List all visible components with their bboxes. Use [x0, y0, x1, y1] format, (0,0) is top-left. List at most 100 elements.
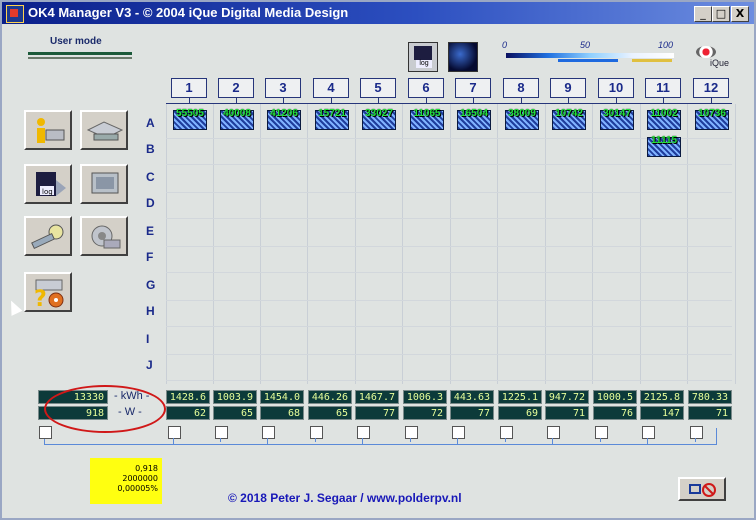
titlebar: OK4 Manager V3 - © 2004 iQue Digital Med… — [2, 2, 754, 24]
column-checkbox-2[interactable] — [215, 426, 228, 439]
minimize-button[interactable]: _ — [694, 6, 712, 22]
panel-label: 11065 — [413, 108, 441, 119]
column-tick — [568, 97, 569, 103]
grid-vline — [592, 104, 593, 384]
eye-icon — [696, 46, 716, 58]
select-all-checkbox[interactable] — [39, 426, 52, 439]
network-button[interactable] — [80, 110, 128, 150]
close-button[interactable]: X — [731, 6, 749, 22]
panel-A-8[interactable]: 38009 — [505, 108, 539, 130]
w-value-12: 71 — [688, 406, 732, 420]
search-icon — [31, 224, 64, 250]
column-tick — [283, 97, 284, 103]
column-header-4[interactable]: 4 — [313, 78, 349, 98]
row-label-F: F — [146, 250, 154, 264]
w-value-2: 65 — [213, 406, 257, 420]
column-checkbox-7[interactable] — [452, 426, 465, 439]
column-header-3[interactable]: 3 — [265, 78, 301, 98]
w-value-9: 71 — [545, 406, 589, 420]
panel-A-3[interactable]: 41206 — [267, 108, 301, 130]
column-tick — [189, 97, 190, 103]
panel-A-10[interactable]: 30147 — [600, 108, 634, 130]
svg-text:log: log — [42, 188, 53, 196]
panel-A-2[interactable]: 40008 — [220, 108, 254, 130]
kwh-value-3: 1454.0 — [260, 390, 304, 404]
search-button[interactable] — [24, 216, 72, 256]
column-header-11[interactable]: 11 — [645, 78, 681, 98]
grid-hline — [166, 380, 732, 381]
help-button[interactable]: ? — [24, 272, 72, 312]
column-checkbox-4[interactable] — [310, 426, 323, 439]
grid-hline — [166, 218, 732, 219]
column-header-5[interactable]: 5 — [360, 78, 396, 98]
panel-A-1[interactable]: 55505 — [173, 108, 207, 130]
w-value-6: 72 — [403, 406, 447, 420]
column-checkbox-12[interactable] — [690, 426, 703, 439]
log-button[interactable]: log — [24, 164, 72, 204]
panel-label: 11002 — [650, 108, 678, 119]
grid-vline — [260, 104, 261, 384]
panel-B-11[interactable]: 11115 — [647, 135, 681, 157]
column-header-10[interactable]: 10 — [598, 78, 634, 98]
restore-cancel-button[interactable] — [678, 477, 726, 501]
panel-A-5[interactable]: 33027 — [362, 108, 396, 130]
column-header-1[interactable]: 1 — [171, 78, 207, 98]
column-tick — [616, 97, 617, 103]
kwh-value-2: 1003.9 — [213, 390, 257, 404]
column-checkbox-1[interactable] — [168, 426, 181, 439]
kwh-value-8: 1225.1 — [498, 390, 542, 404]
note-line-1: 0,918 — [135, 464, 158, 473]
svg-text:?: ? — [34, 287, 47, 310]
app-icon — [6, 5, 24, 23]
grid-vline — [355, 104, 356, 384]
kwh-value-7: 443.63 — [450, 390, 494, 404]
row-label-J: J — [146, 358, 153, 372]
display-button[interactable] — [80, 164, 128, 204]
panel-A-4[interactable]: 15721 — [315, 108, 349, 130]
info-button[interactable] — [24, 110, 72, 150]
column-checkbox-6[interactable] — [405, 426, 418, 439]
panel-A-9[interactable]: 10742 — [552, 108, 586, 130]
stars-toolbar-button[interactable] — [448, 42, 478, 72]
row-label-D: D — [146, 196, 155, 210]
column-checkbox-8[interactable] — [500, 426, 513, 439]
panel-A-11[interactable]: 11002 — [647, 108, 681, 130]
column-checkbox-5[interactable] — [357, 426, 370, 439]
column-bracket-line — [44, 444, 716, 445]
bracket-end — [716, 428, 717, 445]
w-value-8: 69 — [498, 406, 542, 420]
column-checkbox-3[interactable] — [262, 426, 275, 439]
column-checkbox-11[interactable] — [642, 426, 655, 439]
settings-button[interactable] — [80, 216, 128, 256]
grid-vline — [735, 104, 736, 384]
column-checkbox-10[interactable] — [595, 426, 608, 439]
w-value-1: 62 — [166, 406, 210, 420]
column-header-7[interactable]: 7 — [455, 78, 491, 98]
w-value-3: 68 — [260, 406, 304, 420]
log-toolbar-button[interactable]: log — [408, 42, 438, 72]
column-header-2[interactable]: 2 — [218, 78, 254, 98]
column-tick — [521, 97, 522, 103]
maximize-button[interactable]: □ — [712, 6, 730, 22]
panel-A-6[interactable]: 11065 — [410, 108, 444, 130]
column-header-8[interactable]: 8 — [503, 78, 539, 98]
column-header-6[interactable]: 6 — [408, 78, 444, 98]
w-value-7: 77 — [450, 406, 494, 420]
panel-A-12[interactable]: 10736 — [695, 108, 729, 130]
log-floppy-icon: log — [36, 172, 66, 196]
column-header-9[interactable]: 9 — [550, 78, 586, 98]
grid-vline — [640, 104, 641, 384]
panel-A-7[interactable]: 16504 — [457, 108, 491, 130]
kwh-value-1: 1428.6 — [166, 390, 210, 404]
column-checkbox-9[interactable] — [547, 426, 560, 439]
column-header-12[interactable]: 12 — [693, 78, 729, 98]
grid-vline — [213, 104, 214, 384]
scale-yellow-band — [632, 59, 672, 62]
bracket-tick — [505, 438, 506, 442]
panel-label: 15721 — [318, 108, 346, 119]
column-tick — [378, 97, 379, 103]
row-label-H: H — [146, 304, 155, 318]
grid-hline — [166, 246, 732, 247]
column-header-line — [166, 103, 732, 104]
scale-label-100: 100 — [658, 40, 674, 50]
